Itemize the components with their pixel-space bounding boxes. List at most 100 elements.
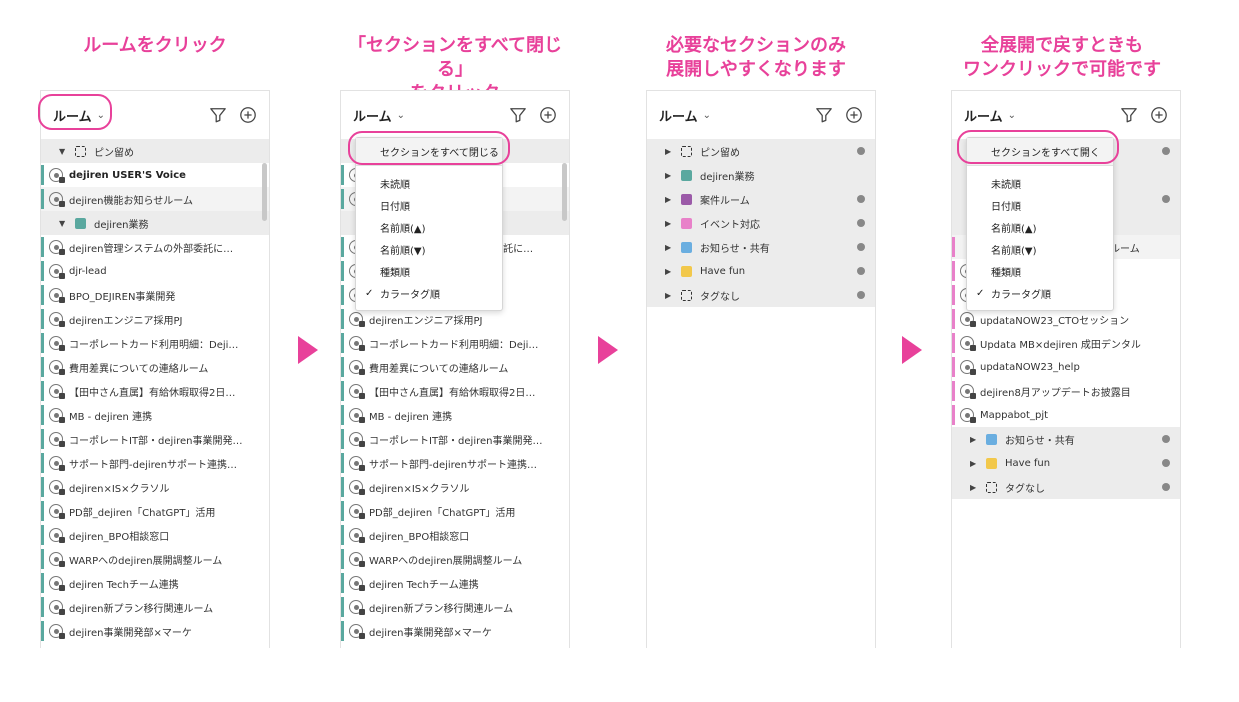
sort-option[interactable]: 種類順 xyxy=(967,260,1113,282)
sort-option[interactable]: ✓ カラータグ順 xyxy=(967,282,1113,304)
room-list-item[interactable]: updataNOW23_help xyxy=(952,355,1180,379)
sort-option[interactable]: ✓ カラータグ順 xyxy=(356,282,502,304)
chevron-down-icon[interactable]: ⌄ xyxy=(97,110,105,121)
chevron-down-icon[interactable]: ⌄ xyxy=(703,110,711,121)
sort-option[interactable]: 名前順(▼) xyxy=(967,238,1113,260)
room-list-item[interactable]: 【田中さん直属】有給休暇取得2日… xyxy=(41,379,269,403)
caret-right-icon[interactable]: ▶ xyxy=(665,243,681,252)
section-header[interactable]: ▶ タグなし xyxy=(952,475,1180,499)
add-room-icon[interactable] xyxy=(239,106,257,124)
caret-down-icon[interactable]: ▼ xyxy=(59,219,75,228)
room-list-item[interactable]: dejiren USER'S Voice xyxy=(41,163,269,187)
add-room-icon[interactable] xyxy=(845,106,863,124)
room-list-item[interactable]: 費用差異についての連絡ルーム xyxy=(41,355,269,379)
room-list-item[interactable]: 費用差異についての連絡ルーム xyxy=(341,355,569,379)
section-header[interactable]: ▶ ピン留め xyxy=(647,139,875,163)
room-list-item[interactable]: dejiren新プラン移行関連ルーム xyxy=(41,595,269,619)
room-list-item[interactable]: Mappabot_pjt xyxy=(952,403,1180,427)
sort-option[interactable]: 種類順 xyxy=(356,260,502,282)
sort-option[interactable]: 未読順 xyxy=(356,172,502,194)
room-list-item[interactable]: dejiren×IS×クラソル xyxy=(341,475,569,499)
room-list-item[interactable]: WARPへのdejiren展開調整ルーム xyxy=(41,547,269,571)
room-list-panel-step-3: ルーム ⌄ ▶ ピン留め ▶ dejiren業務 ▶ 案件ルーム ▶ イベント対応 ▶ お知らせ・共有… xyxy=(646,90,876,648)
collapse-all-sections-button[interactable]: セクションをすべて閉じる xyxy=(356,138,502,166)
scrollbar-thumb[interactable] xyxy=(562,163,567,221)
room-list-item[interactable]: コーポレートカード利用明細：Deji… xyxy=(341,331,569,355)
section-header[interactable]: ▶ 案件ルーム xyxy=(647,187,875,211)
add-room-icon[interactable] xyxy=(1150,106,1168,124)
sort-option[interactable]: 日付順 xyxy=(356,194,502,216)
sort-option[interactable]: 名前順(▼) xyxy=(356,238,502,260)
untagged-box-icon xyxy=(681,289,692,301)
room-list-item[interactable]: PD部_dejiren「ChatGPT」活用 xyxy=(41,499,269,523)
filter-icon[interactable] xyxy=(509,106,527,124)
caret-right-icon[interactable]: ▶ xyxy=(970,459,986,468)
sort-option[interactable]: 名前順(▲) xyxy=(356,216,502,238)
panel-header: ルーム ⌄ xyxy=(341,91,569,139)
caret-right-icon[interactable]: ▶ xyxy=(665,195,681,204)
lock-icon xyxy=(59,273,65,279)
section-header[interactable]: ▶ Have fun xyxy=(647,259,875,283)
caret-right-icon[interactable]: ▶ xyxy=(665,291,681,300)
room-list-item[interactable]: dejiren事業開発部×マーケ xyxy=(341,619,569,643)
room-list-item[interactable]: BPO_DEJIREN事業開発 xyxy=(41,283,269,307)
section-header[interactable]: ▶ タグなし xyxy=(647,283,875,307)
room-list-item[interactable]: dejiren新プラン移行関連ルーム xyxy=(341,595,569,619)
expand-all-sections-button[interactable]: セクションをすべて開く xyxy=(967,138,1113,166)
room-list-item[interactable]: dejiren管理システムの外部委託に… xyxy=(41,235,269,259)
room-list-item[interactable]: dejiren_BPO相談窓口 xyxy=(341,523,569,547)
add-room-icon[interactable] xyxy=(539,106,557,124)
lock-icon xyxy=(59,417,65,423)
section-header[interactable]: ▶ イベント対応 xyxy=(647,211,875,235)
room-menu-toggle[interactable]: ルーム xyxy=(964,106,1003,125)
room-list-item[interactable]: PD部_dejiren「ChatGPT」活用 xyxy=(341,499,569,523)
room-menu-toggle[interactable]: ルーム xyxy=(659,106,698,125)
room-list-item[interactable]: MB - dejiren 連携 xyxy=(341,403,569,427)
room-list: ▶ ピン留め ▶ dejiren業務 ▶ 案件ルーム ▶ イベント対応 ▶ お知らせ・共有 ▶ Hav… xyxy=(647,139,875,648)
scrollbar-thumb[interactable] xyxy=(262,163,267,221)
room-list-item[interactable]: コーポレートカード利用明細：Deji… xyxy=(41,331,269,355)
section-header[interactable]: ▶ Have fun xyxy=(952,451,1180,475)
filter-icon[interactable] xyxy=(815,106,833,124)
room-list-item[interactable]: MB - dejiren 連携 xyxy=(41,403,269,427)
room-list-item[interactable]: サポート部門-dejirenサポート連携… xyxy=(341,451,569,475)
room-list-item[interactable]: コーポレートIT部・dejiren事業開発… xyxy=(41,427,269,451)
section-header[interactable]: ▶ dejiren業務 xyxy=(647,163,875,187)
room-list-item[interactable]: dejiren_BPO相談窓口 xyxy=(41,523,269,547)
caret-right-icon[interactable]: ▶ xyxy=(665,147,681,156)
room-list-item[interactable]: コーポレートIT部・dejiren事業開発… xyxy=(341,427,569,451)
caret-right-icon[interactable]: ▶ xyxy=(665,219,681,228)
caret-right-icon[interactable]: ▶ xyxy=(665,267,681,276)
room-list-item[interactable]: dejirenエンジニア採用PJ xyxy=(41,307,269,331)
section-header[interactable]: ▶ お知らせ・共有 xyxy=(647,235,875,259)
chevron-down-icon[interactable]: ⌄ xyxy=(1008,110,1016,121)
room-list-item[interactable]: Updata MB×dejiren 成田デンタル xyxy=(952,331,1180,355)
caret-down-icon[interactable]: ▼ xyxy=(59,147,75,156)
caret-right-icon[interactable]: ▶ xyxy=(970,483,986,492)
room-list-item[interactable]: dejiren×IS×クラソル xyxy=(41,475,269,499)
room-list-item[interactable]: dejiren事業開発部×マーケ xyxy=(41,619,269,643)
room-menu-toggle[interactable]: ルーム xyxy=(53,106,92,125)
room-menu-toggle[interactable]: ルーム xyxy=(353,106,392,125)
room-list-item[interactable]: dejiren Techチーム連携 xyxy=(41,571,269,595)
room-list-item[interactable]: WARPへのdejiren展開調整ルーム xyxy=(341,547,569,571)
filter-icon[interactable] xyxy=(209,106,227,124)
sort-option[interactable]: 未読順 xyxy=(967,172,1113,194)
sort-option[interactable]: 日付順 xyxy=(967,194,1113,216)
sort-option[interactable]: 名前順(▲) xyxy=(967,216,1113,238)
room-list-item[interactable]: dejiren Techチーム連携 xyxy=(341,571,569,595)
chevron-down-icon[interactable]: ⌄ xyxy=(397,110,405,121)
caret-right-icon[interactable]: ▶ xyxy=(970,435,986,444)
room-name: dejiren8月アップデートお披露目 xyxy=(980,387,1131,399)
room-list-item[interactable]: dejiren8月アップデートお披露目 xyxy=(952,379,1180,403)
section-header[interactable]: ▼ ピン留め xyxy=(41,139,269,163)
room-list-item[interactable]: djr-lead xyxy=(41,259,269,283)
section-header[interactable]: ▶ お知らせ・共有 xyxy=(952,427,1180,451)
room-list-item[interactable]: 【田中さん直属】有給休暇取得2日… xyxy=(341,379,569,403)
room-list-item[interactable]: dejiren機能お知らせルーム xyxy=(41,187,269,211)
room-list-item[interactable]: サポート部門-dejirenサポート連携… xyxy=(41,451,269,475)
caret-right-icon[interactable]: ▶ xyxy=(665,171,681,180)
sort-option-label: 名前順(▲) xyxy=(380,223,426,235)
filter-icon[interactable] xyxy=(1120,106,1138,124)
section-header[interactable]: ▼ dejiren業務 xyxy=(41,211,269,235)
